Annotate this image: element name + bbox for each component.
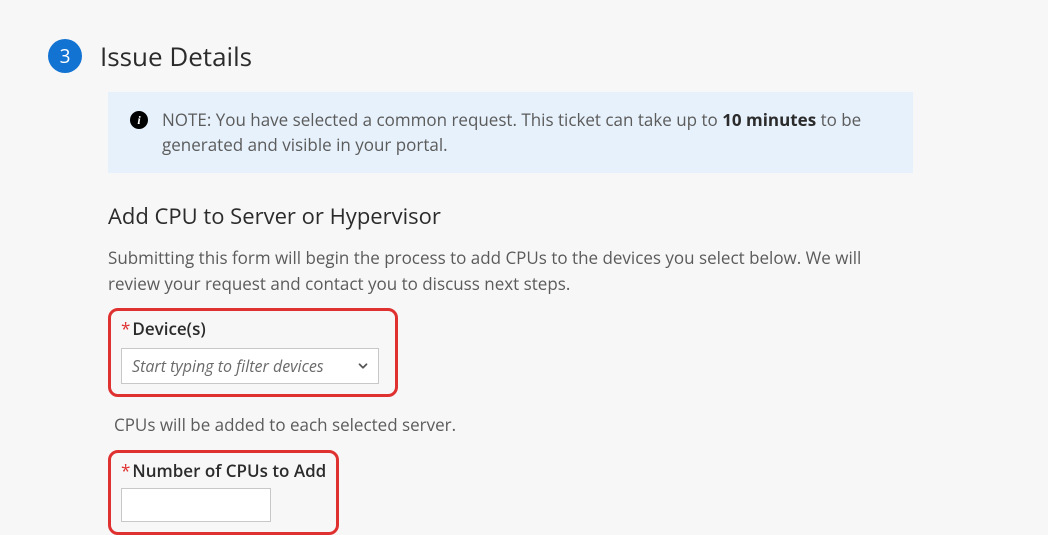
devices-helper-text: CPUs will be added to each selected serv… xyxy=(114,413,913,436)
note-text: NOTE: You have selected a common request… xyxy=(162,108,891,157)
cpu-count-field-block: *Number of CPUs to Add xyxy=(108,450,339,535)
info-icon: i xyxy=(130,111,148,129)
devices-placeholder: Start typing to filter devices xyxy=(132,355,324,377)
step-title: Issue Details xyxy=(100,38,252,74)
devices-label: *Device(s) xyxy=(121,317,385,340)
note-pre: You have selected a common request. This… xyxy=(211,108,722,131)
devices-combobox[interactable]: Start typing to filter devices xyxy=(121,348,379,384)
step-number-badge: 3 xyxy=(48,39,82,73)
step-content: i NOTE: You have selected a common reque… xyxy=(108,92,913,535)
section-description: Submitting this form will begin the proc… xyxy=(108,245,913,296)
chevron-down-icon xyxy=(356,359,370,373)
devices-field-block: *Device(s) Start typing to filter device… xyxy=(108,308,398,397)
required-mark: * xyxy=(121,317,130,340)
section-heading: Add CPU to Server or Hypervisor xyxy=(108,201,913,231)
required-mark: * xyxy=(121,459,130,482)
note-banner: i NOTE: You have selected a common reque… xyxy=(108,92,913,173)
note-bold: 10 minutes xyxy=(722,108,816,131)
note-label: NOTE: xyxy=(162,108,211,131)
form-step-container: 3 Issue Details i NOTE: You have selecte… xyxy=(0,0,1048,535)
cpu-count-label-text: Number of CPUs to Add xyxy=(132,459,326,482)
step-header: 3 Issue Details xyxy=(48,38,1000,74)
cpu-count-input[interactable] xyxy=(121,488,271,522)
cpu-count-label: *Number of CPUs to Add xyxy=(121,459,326,482)
devices-label-text: Device(s) xyxy=(132,317,205,340)
